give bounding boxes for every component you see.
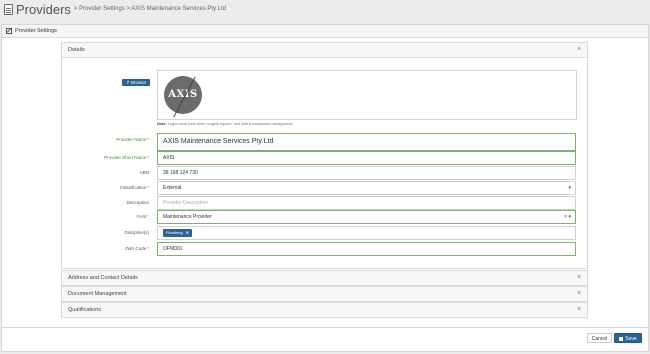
chevron-down-icon[interactable]: ˅ — [577, 291, 581, 297]
chip-label: Plumbing — [166, 230, 183, 235]
abn-label: ABN — [139, 170, 149, 175]
disciplines-label: Discipline(s) — [124, 230, 149, 235]
save-button[interactable]: Save — [614, 333, 642, 343]
classification-value: External — [163, 185, 182, 191]
chevron-down-icon[interactable]: ˅ — [577, 307, 581, 313]
panel-header: Provider Settings — [2, 25, 648, 38]
description-row: Description Provider Description — [0, 196, 576, 210]
disciplines-row: Discipline(s) Plumbing ✕ — [0, 226, 576, 240]
browse-button[interactable]: ↱ Browse — [122, 79, 150, 86]
edit-icon — [6, 28, 12, 34]
breadcrumb: > Provider Settings > AXIS Maintenance S… — [73, 6, 227, 12]
cancel-button[interactable]: Cancel — [587, 333, 612, 343]
qualifications-header[interactable]: Qualifications ˅ — [62, 303, 587, 317]
field-label: Field* — [136, 214, 149, 219]
short-name-row: Provider Short Name* AXIS — [0, 151, 576, 165]
save-icon — [619, 336, 624, 341]
abn-row: ABN 38 168 124 730 — [0, 166, 576, 180]
jwa-code-input[interactable]: OFM001 — [157, 242, 576, 256]
address-contact-header[interactable]: Address and Contact Details ˅ — [62, 271, 587, 285]
provider-name-label: Provider Name* — [116, 137, 149, 142]
document-management-header[interactable]: Document Management ˅ — [62, 287, 587, 301]
field-row: Field* Maintenance Provider × ▾ — [0, 210, 576, 224]
classification-label: Classification* — [119, 185, 149, 190]
qualifications-section: Qualifications ˅ — [61, 302, 588, 318]
description-input[interactable]: Provider Description — [157, 196, 576, 210]
abn-input[interactable]: 38 168 124 730 — [157, 166, 576, 180]
save-label: Save — [625, 336, 637, 342]
field-select[interactable]: Maintenance Provider × ▾ — [157, 210, 576, 224]
qualifications-title: Qualifications — [68, 307, 102, 313]
provider-name-row: Provider Name* AXIS Maintenance Services… — [0, 133, 576, 151]
chevron-up-icon[interactable]: ˄ — [577, 47, 581, 53]
panel-title: Provider Settings — [15, 28, 57, 34]
form-footer — [1, 328, 649, 352]
details-title: Details — [68, 47, 85, 53]
field-value: Maintenance Provider — [163, 214, 212, 220]
jwa-code-row: JWA Code* OFM001 — [0, 242, 576, 256]
details-header[interactable]: Details ˄ — [62, 43, 587, 58]
document-management-title: Document Management — [68, 291, 127, 297]
short-name-label: Provider Short Name* — [104, 155, 149, 160]
page-title: Providers — [16, 1, 71, 17]
short-name-input[interactable]: AXIS — [157, 151, 576, 165]
classification-select[interactable]: External ▾ — [157, 181, 576, 195]
remove-chip-icon[interactable]: ✕ — [186, 230, 189, 235]
upload-icon: ↱ — [125, 80, 130, 85]
document-icon — [4, 3, 13, 15]
discipline-chip[interactable]: Plumbing ✕ — [163, 229, 193, 237]
address-contact-section: Address and Contact Details ˅ — [61, 270, 588, 286]
chevron-down-icon[interactable]: ˅ — [577, 275, 581, 281]
provider-name-input[interactable]: AXIS Maintenance Services Pty Ltd — [157, 133, 576, 151]
description-label: Description — [126, 200, 149, 205]
disciplines-input[interactable]: Plumbing ✕ — [157, 226, 576, 240]
clear-caret-icon[interactable]: × ▾ — [564, 211, 571, 223]
note-bold: Note: — [157, 122, 167, 126]
browse-label: Browse — [131, 80, 147, 85]
address-contact-title: Address and Contact Details — [68, 275, 138, 281]
logo-note: Note: Logos work best when roughly squar… — [157, 122, 293, 126]
note-text: Logos work best when roughly square, and… — [166, 122, 294, 126]
logo-preview[interactable]: AXIS — [157, 70, 577, 120]
axis-logo: AXIS — [164, 76, 202, 114]
page-header: Providers > Provider Settings > AXIS Mai… — [0, 0, 650, 18]
jwa-code-label: JWA Code* — [125, 246, 149, 251]
classification-row: Classification* External ▾ — [0, 181, 576, 195]
document-management-section: Document Management ˅ — [61, 286, 588, 302]
caret-down-icon: ▾ — [568, 185, 571, 191]
